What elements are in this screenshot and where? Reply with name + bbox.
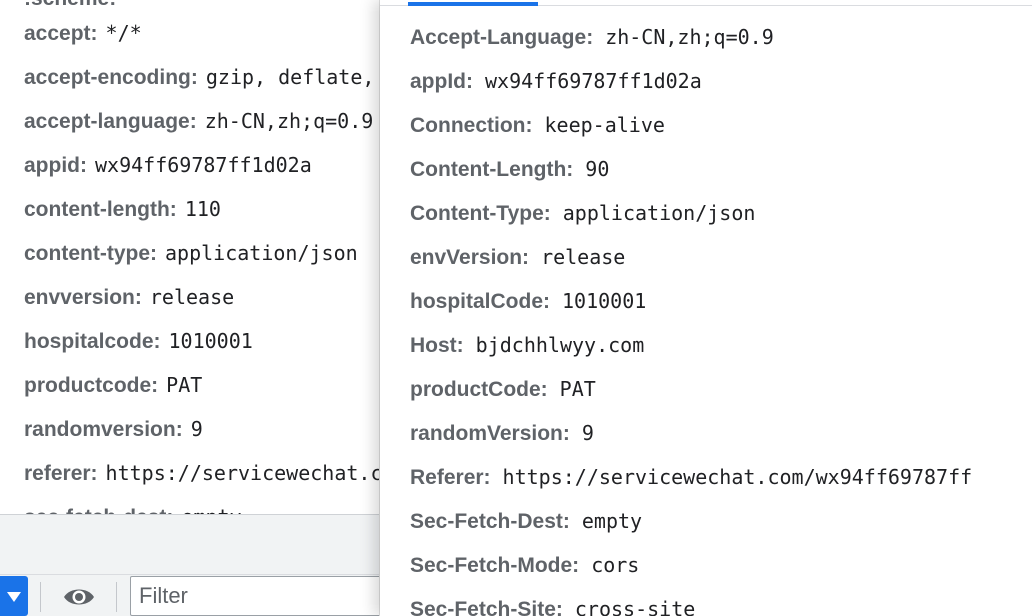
- header-row: appId: wx94ff69787ff1d02a: [410, 68, 702, 94]
- header-name: Content-Length:: [410, 158, 574, 181]
- header-value: PAT: [166, 373, 203, 397]
- header-value: 9: [581, 421, 594, 445]
- header-row: Content-Type: application/json: [410, 200, 755, 226]
- header-row: envversion: release: [24, 284, 234, 310]
- toolbar-divider: [40, 582, 41, 612]
- header-name: accept-language:: [24, 110, 197, 133]
- header-row-partial: :scheme:: [24, 0, 116, 12]
- header-value: cross-site: [574, 597, 696, 616]
- header-name: productCode:: [410, 378, 548, 401]
- header-value: 90: [585, 157, 610, 181]
- header-row: envVersion: release: [410, 244, 625, 270]
- header-row: accept-language: zh-CN,zh;q=0.9: [24, 108, 373, 134]
- header-row: randomversion: 9: [24, 416, 203, 442]
- header-name: Sec-Fetch-Mode:: [410, 554, 580, 577]
- header-name: randomversion:: [24, 418, 183, 441]
- header-row: productcode: PAT: [24, 372, 202, 398]
- header-name: appid:: [24, 154, 87, 177]
- header-value: 110: [184, 197, 221, 221]
- header-name: Host:: [410, 334, 464, 357]
- header-name: accept:: [24, 22, 98, 45]
- header-value: PAT: [559, 377, 596, 401]
- header-name: accept-encoding:: [24, 66, 198, 89]
- header-row: content-length: 110: [24, 196, 221, 222]
- header-name: Content-Type:: [410, 202, 551, 225]
- header-name: content-type:: [24, 242, 157, 265]
- header-value: keep-alive: [544, 113, 665, 137]
- header-value: */*: [105, 21, 142, 45]
- header-row: content-type: application/json: [24, 240, 358, 266]
- header-name: referer:: [24, 462, 98, 485]
- header-name: envversion:: [24, 286, 142, 309]
- left-request-headers-pane: :scheme: accept: */* accept-encoding: gzip…: [0, 0, 400, 616]
- header-row: accept: */*: [24, 20, 142, 46]
- header-name: :scheme:: [24, 0, 116, 10]
- header-name: content-length:: [24, 198, 177, 221]
- header-value: empty: [581, 509, 643, 533]
- header-value: 1010001: [562, 289, 647, 313]
- header-value: release: [149, 285, 235, 309]
- header-value: wx94ff69787ff1d02a: [485, 69, 702, 93]
- filter-input[interactable]: [130, 576, 390, 616]
- header-value: zh-CN,zh;q=0.9: [605, 25, 774, 49]
- toolbar-divider: [116, 582, 117, 612]
- header-row: hospitalcode: 1010001: [24, 328, 253, 354]
- right-request-headers-panel: Accept-Language: zh-CN,zh;q=0.9 appId: wx9…: [380, 0, 1032, 616]
- header-row: Host: bjdchhlwyy.com: [410, 332, 644, 358]
- header-name: envVersion:: [410, 246, 530, 269]
- header-name: Accept-Language:: [410, 26, 594, 49]
- header-value: https://servicewechat.com/: [105, 461, 400, 485]
- header-value: https://servicewechat.com/wx94ff69787ff: [502, 465, 973, 489]
- header-row: appid: wx94ff69787ff1d02a: [24, 152, 312, 178]
- header-value: 1010001: [168, 329, 253, 353]
- header-row: productCode: PAT: [410, 376, 596, 402]
- header-value: wx94ff69787ff1d02a: [95, 153, 312, 177]
- header-value: gzip, deflate, br: [205, 65, 400, 89]
- header-name: productcode:: [24, 374, 159, 397]
- header-row: Accept-Language: zh-CN,zh;q=0.9: [410, 24, 774, 50]
- header-name: hospitalcode:: [24, 330, 161, 353]
- eye-icon[interactable]: [62, 584, 96, 610]
- header-row: hospitalCode: 1010001: [410, 288, 646, 314]
- triangle-down-icon: [7, 592, 21, 602]
- header-value: cors: [591, 553, 640, 577]
- header-name: Referer:: [410, 466, 491, 489]
- header-row: referer: https://servicewechat.com/: [24, 460, 400, 486]
- header-value: zh-CN,zh;q=0.9: [204, 109, 374, 133]
- header-name: Connection:: [410, 114, 533, 137]
- header-row: Content-Length: 90: [410, 156, 609, 182]
- header-name: Sec-Fetch-Dest:: [410, 510, 570, 533]
- header-row: accept-encoding: gzip, deflate, br: [24, 64, 400, 90]
- header-value: bjdchhlwyy.com: [475, 333, 645, 357]
- header-name: Sec-Fetch-Site:: [410, 598, 563, 616]
- context-dropdown-button[interactable]: [0, 576, 28, 616]
- header-value: 9: [190, 417, 203, 441]
- header-row: Referer: https://servicewechat.com/wx94ff…: [410, 464, 972, 490]
- header-row: randomVersion: 9: [410, 420, 594, 446]
- active-tab-indicator[interactable]: [408, 2, 538, 6]
- header-row: Sec-Fetch-Dest: empty: [410, 508, 642, 534]
- header-value: application/json: [165, 241, 358, 265]
- header-row: Sec-Fetch-Site: cross-site: [410, 596, 695, 616]
- header-row: Sec-Fetch-Mode: cors: [410, 552, 639, 578]
- header-name: appId:: [410, 70, 473, 93]
- header-value: release: [541, 245, 626, 269]
- header-value: application/json: [562, 201, 756, 225]
- header-name: randomVersion:: [410, 422, 570, 445]
- header-name: hospitalCode:: [410, 290, 550, 313]
- header-row: Connection: keep-alive: [410, 112, 665, 138]
